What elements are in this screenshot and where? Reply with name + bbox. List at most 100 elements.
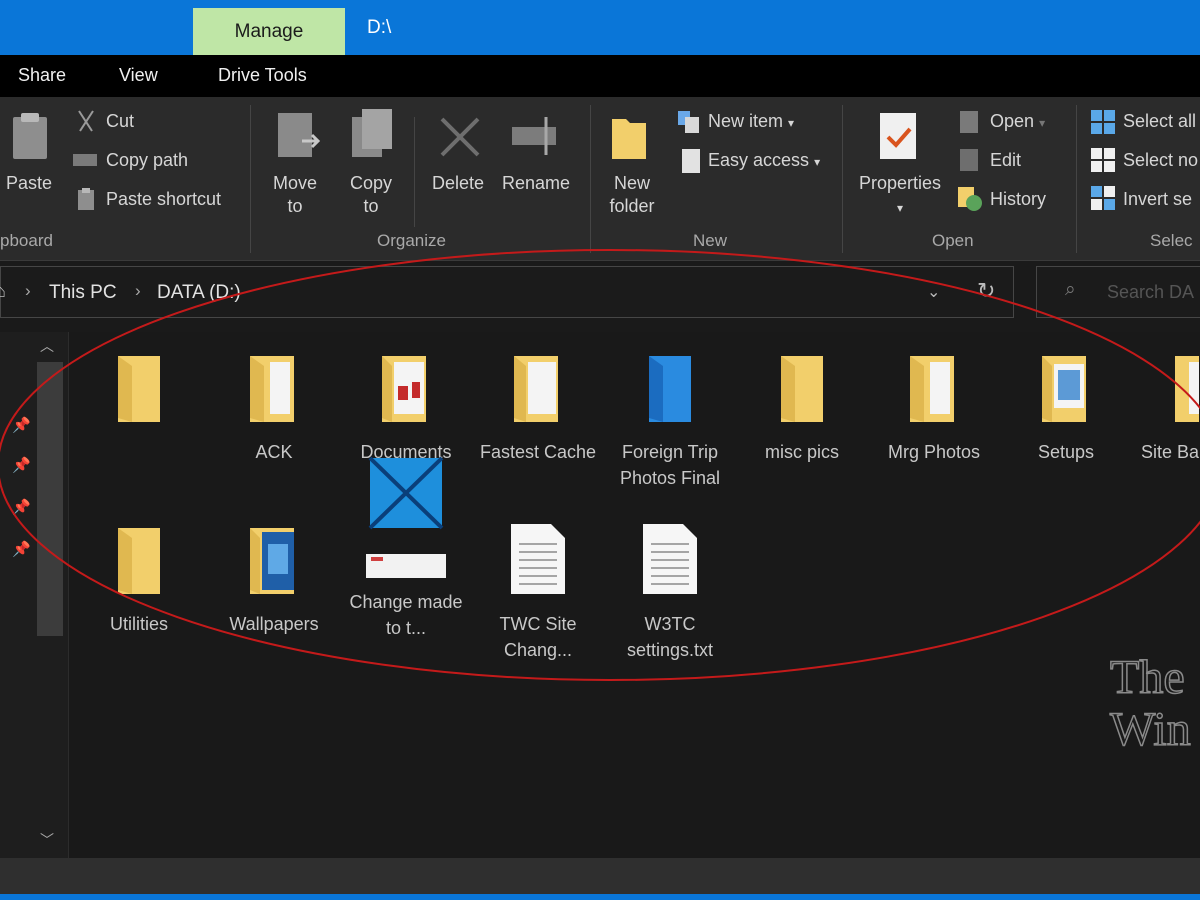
tab-view[interactable]: View [119, 65, 158, 86]
easy-access-label: Easy access [708, 150, 810, 170]
status-bar [0, 858, 1200, 894]
text-file-icon [643, 524, 697, 594]
home-icon: ⌂ [0, 281, 6, 301]
tab-drive-tools[interactable]: Drive Tools [218, 65, 307, 86]
pin-icon: 📌 [12, 541, 31, 558]
move-to-icon [278, 113, 321, 157]
navigation-scrollbar[interactable] [37, 362, 63, 636]
edit-button[interactable]: Edit [990, 150, 1021, 171]
folder-icon [649, 356, 691, 422]
folder-item[interactable]: Wallpapers [209, 524, 339, 637]
chevron-down-icon: ▾ [814, 155, 821, 169]
image-file-item[interactable]: Change made to t... [341, 456, 471, 641]
open-icon [960, 111, 978, 133]
text-file-item[interactable]: W3TC settings.txt [605, 522, 735, 663]
ribbon-separator [842, 105, 843, 253]
item-label: W3TC settings.txt [626, 614, 714, 660]
folder-icon [382, 356, 426, 422]
copy-path-button[interactable]: Copy path [106, 150, 188, 171]
file-list: ACK Documents Fastest Cache Foreign Trip… [69, 332, 1200, 858]
breadcrumb-separator-icon: › [135, 281, 141, 300]
breadcrumb-this-pc[interactable]: This PC [49, 282, 117, 304]
select-none-icon [1091, 148, 1115, 172]
scroll-down-icon[interactable]: ﹀ [40, 830, 54, 850]
new-item-icon [678, 111, 699, 133]
item-label: Fastest Cache [479, 442, 597, 462]
rename-icon [512, 117, 556, 155]
folder-item[interactable] [74, 352, 204, 439]
window-bottom-border [0, 894, 1200, 900]
new-item-button[interactable]: New item ▾ [708, 111, 794, 132]
properties-button[interactable]: Properties ▾ [850, 172, 950, 220]
item-label: ACK [255, 442, 293, 462]
pin-icon: 📌 [12, 499, 31, 516]
cut-button[interactable]: Cut [106, 111, 134, 132]
copy-to-icon [352, 109, 392, 157]
address-bar[interactable]: ⌂ › This PC › DATA (D:) ⌄ ↻ [0, 266, 1014, 318]
folder-item[interactable]: Fastest Cache [473, 352, 603, 465]
folder-icon [118, 356, 160, 422]
cut-icon [78, 110, 94, 132]
item-label: Setups [1037, 442, 1095, 462]
folder-icon [1042, 356, 1086, 422]
title-bar [0, 0, 1200, 55]
image-file-icon [368, 456, 444, 530]
paste-icon [13, 113, 47, 159]
chevron-down-icon[interactable]: ⌄ [927, 282, 940, 302]
new-folder-button[interactable]: New folder [602, 172, 662, 218]
text-file-item[interactable]: TWC Site Chang... [473, 522, 603, 663]
chevron-down-icon: ▾ [788, 116, 795, 130]
easy-access-button[interactable]: Easy access ▾ [708, 150, 820, 171]
image-thumbnail [366, 554, 446, 578]
folder-item[interactable]: Foreign Trip Photos Final [605, 352, 735, 491]
folder-item[interactable]: Utilities [74, 524, 204, 637]
delete-button[interactable]: Delete [426, 172, 490, 195]
open-label: Open [990, 111, 1035, 131]
refresh-icon[interactable]: ↻ [977, 278, 995, 304]
edit-icon [960, 149, 978, 171]
folder-item[interactable]: ACK [209, 352, 339, 465]
item-label: Change made to t... [349, 592, 463, 638]
paste-button[interactable]: Paste [6, 172, 52, 195]
watermark-line-2: Win [1109, 703, 1191, 757]
item-label: Site Ba [1141, 442, 1199, 462]
rename-button[interactable]: Rename [498, 172, 574, 195]
paste-shortcut-button[interactable]: Paste shortcut [106, 189, 221, 210]
ribbon-separator [250, 105, 251, 253]
breadcrumb-data-drive[interactable]: DATA (D:) [157, 282, 241, 304]
select-all-button[interactable]: Select all [1123, 111, 1196, 132]
pin-icon: 📌 [12, 417, 31, 434]
move-to-button[interactable]: Move to [266, 172, 324, 218]
folder-icon [910, 356, 954, 422]
new-item-label: New item [708, 111, 784, 131]
paste-shortcut-icon [78, 188, 94, 210]
ribbon: Paste Cut Copy path Paste shortcut pboar… [0, 97, 1200, 261]
new-folder-icon [612, 119, 646, 159]
open-button[interactable]: Open ▾ [990, 111, 1045, 132]
folder-item[interactable]: Documents [341, 352, 471, 465]
manage-context-tab[interactable]: Manage [193, 8, 345, 55]
folder-item[interactable]: misc pics [737, 352, 867, 465]
folder-item[interactable]: Mrg Photos [869, 352, 999, 465]
ribbon-separator [1076, 105, 1077, 253]
properties-icon [880, 113, 916, 159]
item-label: misc pics [764, 442, 839, 462]
item-label: Mrg Photos [887, 442, 981, 462]
move-to-label-1: Move [272, 173, 317, 193]
invert-selection-button[interactable]: Invert se [1123, 189, 1192, 210]
folder-icon [250, 356, 294, 422]
copy-to-button[interactable]: Copy to [342, 172, 400, 218]
search-box[interactable]: ⌕ Search DA [1036, 266, 1200, 318]
scroll-up-icon[interactable]: ︿ [40, 336, 54, 356]
folder-item[interactable]: Site Ba [1133, 352, 1199, 465]
select-none-button[interactable]: Select no [1123, 150, 1198, 171]
copy-to-label-1: Copy [349, 173, 393, 193]
folder-item[interactable]: Setups [1001, 352, 1131, 465]
tab-share[interactable]: Share [18, 65, 66, 86]
new-folder-label-2: folder [609, 196, 655, 216]
search-input[interactable]: Search DA [1107, 282, 1194, 303]
group-label-open: Open [932, 231, 974, 250]
history-button[interactable]: History [990, 189, 1046, 210]
folder-icon [250, 528, 294, 594]
move-to-label-2: to [287, 196, 303, 216]
